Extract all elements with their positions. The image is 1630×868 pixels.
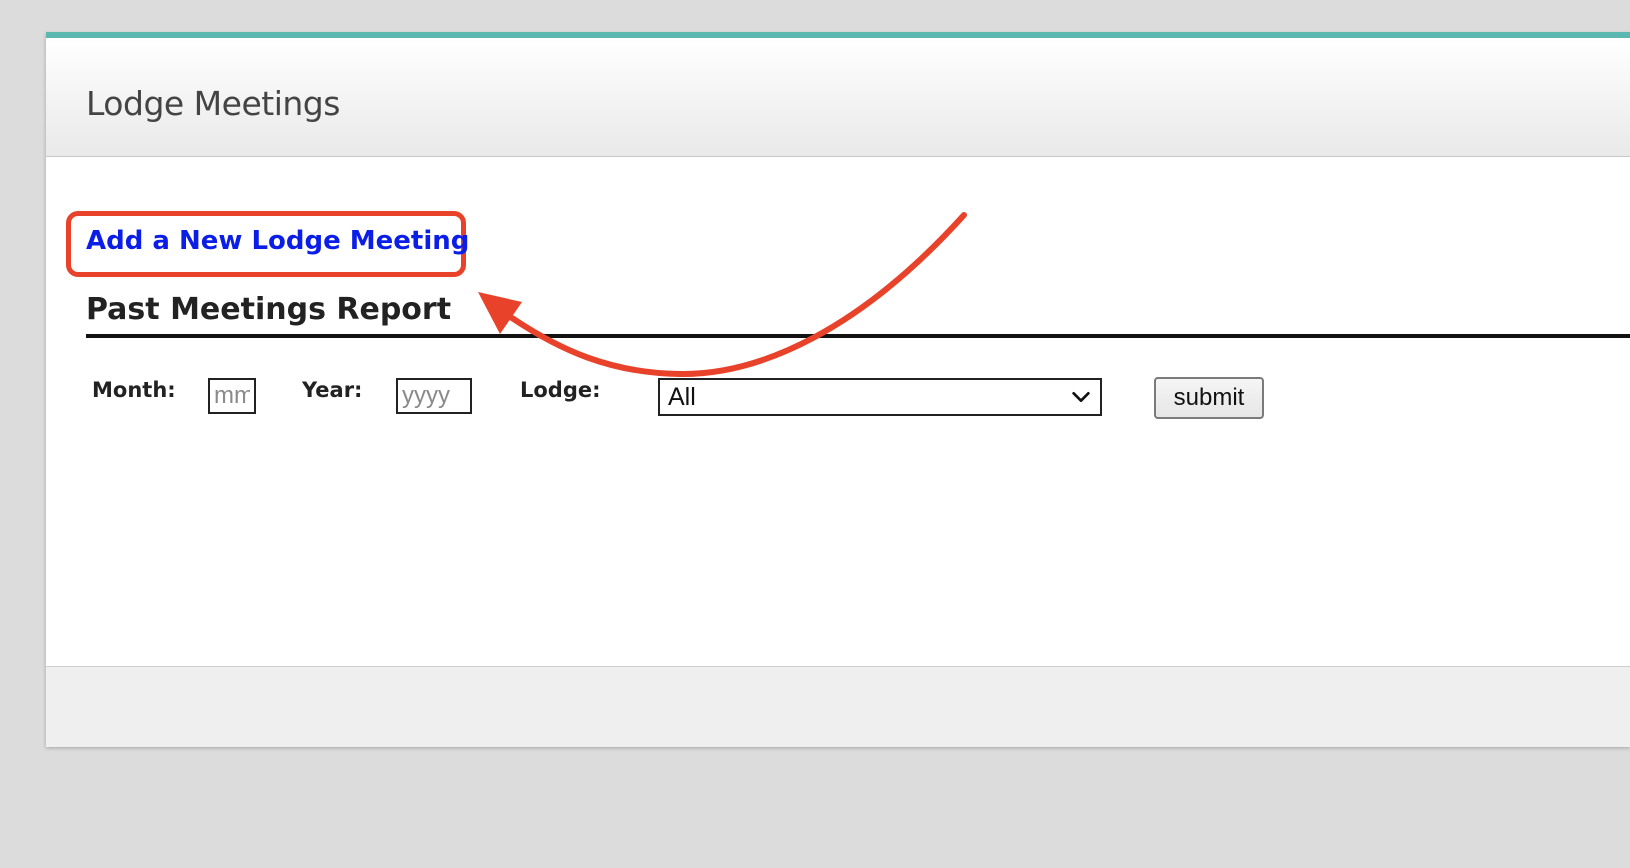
- panel-header: Lodge Meetings: [46, 38, 1630, 157]
- chevron-down-icon: [1072, 391, 1090, 403]
- panel-footer: [46, 666, 1630, 747]
- lodge-select[interactable]: All: [658, 378, 1102, 416]
- year-input[interactable]: [396, 378, 472, 414]
- submit-button[interactable]: submit: [1154, 377, 1264, 419]
- month-input[interactable]: [208, 378, 256, 414]
- past-meetings-report-heading: Past Meetings Report: [86, 292, 1630, 338]
- year-label: Year:: [302, 378, 363, 402]
- lodge-label: Lodge:: [520, 378, 601, 402]
- add-lodge-meeting-link[interactable]: Add a New Lodge Meeting: [86, 226, 469, 256]
- lodge-meetings-panel: Lodge Meetings Add a New Lodge Meeting P…: [46, 32, 1630, 747]
- lodge-select-value: All: [668, 382, 696, 411]
- month-label: Month:: [92, 378, 176, 402]
- page-title: Lodge Meetings: [86, 84, 340, 123]
